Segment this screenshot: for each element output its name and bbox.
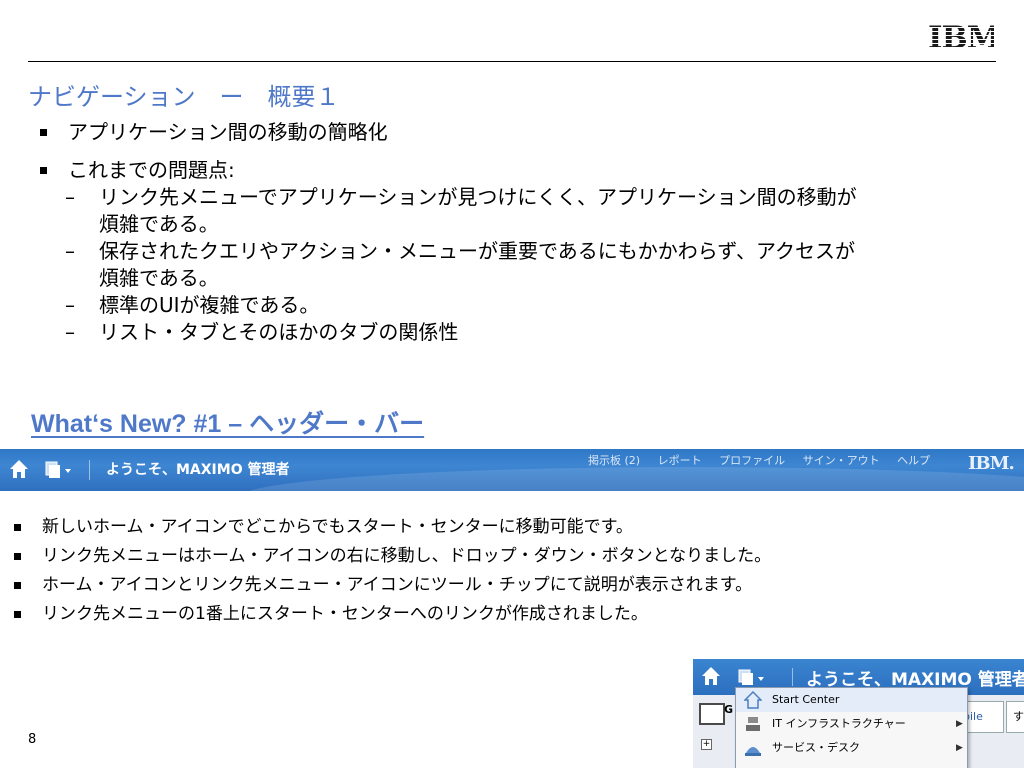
note-item: ホーム・アイコンとリンク先メニュー・アイコンにツール・チップにて説明が表示されま…: [14, 571, 994, 600]
note-text: ホーム・アイコンとリンク先メニュー・アイコンにツール・チップにて説明が表示されま…: [42, 575, 753, 595]
page-number: 8: [28, 732, 37, 747]
sub-bullet: – 保存されたクエリやアクション・メニューが重要であるにもかかわらず、アクセスが: [40, 238, 990, 265]
bullet-square-icon: [14, 582, 21, 589]
sub-bullet-text: リスト・タブとそのほかのタブの関係性: [99, 320, 459, 344]
header-separator: [89, 460, 90, 480]
header-links: 掲示板 (2) レポート プロファイル サイン・アウト ヘルプ: [588, 452, 944, 468]
menu-item-it-infrastructure[interactable]: IT インフラストラクチャー ▶: [736, 712, 967, 736]
menu-item-start-center[interactable]: Start Center: [736, 688, 967, 712]
background-label: G: [724, 703, 734, 716]
header-separator: [792, 668, 793, 686]
dash-icon: –: [65, 185, 75, 209]
dash-icon: –: [65, 293, 75, 317]
dash-icon: –: [65, 239, 75, 263]
bullet-square-icon: [40, 129, 47, 136]
note-text: リンク先メニューの1番上にスタート・センターへのリンクが作成されました。: [42, 604, 648, 624]
goto-menu-icon[interactable]: [737, 667, 767, 687]
window-icon: [699, 703, 725, 725]
sub-bullet-text: 標準のUIが複雑である。: [99, 293, 320, 317]
menu-item-label: IT インフラストラクチャー: [772, 717, 906, 730]
goto-menu-screenshot: ようこそ、MAXIMO 管理者 G + bile す Start Center …: [693, 659, 1024, 768]
sub-bullet-continuation: 煩雑である。: [40, 211, 990, 238]
sub-bullet-text: 煩雑である。: [99, 212, 219, 236]
slide-title: ナビゲーション ー 概要１: [28, 83, 340, 111]
bullet-square-icon: [14, 611, 21, 618]
home-icon[interactable]: [9, 458, 29, 480]
bullet-square-icon: [40, 167, 47, 174]
server-icon: [746, 717, 760, 731]
goto-menu-icon[interactable]: [44, 458, 74, 480]
sub-bullet-text: 煩雑である。: [99, 266, 219, 290]
welcome-text: ようこそ、MAXIMO 管理者: [106, 462, 290, 478]
note-item: リンク先メニューはホーム・アイコンの右に移動し、ドロップ・ダウン・ボタンとなりま…: [14, 542, 994, 571]
bulletin-board-link[interactable]: 掲示板 (2): [588, 454, 640, 467]
menu-item-label: サービス・デスク: [772, 741, 860, 754]
header-bar: ようこそ、MAXIMO 管理者 掲示板 (2) レポート プロファイル サイン・…: [0, 449, 1024, 491]
submenu-arrow-icon: ▶: [956, 719, 963, 729]
home-icon: [744, 691, 762, 709]
header-ibm-logo: IBM.: [968, 453, 1015, 474]
bullet-square-icon: [14, 553, 21, 560]
profile-link[interactable]: プロファイル: [719, 454, 785, 467]
home-icon[interactable]: [701, 665, 721, 687]
bullet-text: これまでの問題点:: [68, 158, 235, 182]
goto-dropdown: Start Center IT インフラストラクチャー ▶ サービス・デスク ▶: [735, 687, 968, 768]
sub-bullet-continuation: 煩雑である。: [40, 265, 990, 292]
sub-bullet: – リンク先メニューでアプリケーションが見つけにくく、アプリケーション間の移動が: [40, 184, 990, 211]
bullet-item: これまでの問題点:: [40, 156, 990, 184]
menu-item-label: Start Center: [772, 693, 840, 706]
sub-bullet: – 標準のUIが複雑である。: [40, 292, 990, 319]
help-link[interactable]: ヘルプ: [897, 454, 930, 467]
sub-bullet-text: 保存されたクエリやアクション・メニューが重要であるにもかかわらず、アクセスが: [99, 239, 855, 263]
note-item: リンク先メニューの1番上にスタート・センターへのリンクが作成されました。: [14, 600, 994, 629]
bullet-square-icon: [14, 524, 21, 531]
expand-icon[interactable]: +: [701, 739, 712, 750]
dash-icon: –: [65, 320, 75, 344]
note-text: 新しいホーム・アイコンでどこからでもスタート・センターに移動可能です。: [42, 517, 633, 537]
submenu-arrow-icon: ▶: [956, 743, 963, 753]
sub-bullet-text: リンク先メニューでアプリケーションが見つけにくく、アプリケーション間の移動が: [99, 185, 857, 209]
whats-new-heading[interactable]: What‘s New? #1 – ヘッダー・バー: [31, 404, 424, 440]
tab-partial-2[interactable]: す: [1006, 701, 1024, 733]
sign-out-link[interactable]: サイン・アウト: [803, 454, 880, 467]
bullet-list: アプリケーション間の移動の簡略化 これまでの問題点: – リンク先メニューでアプ…: [40, 118, 990, 346]
note-text: リンク先メニューはホーム・アイコンの右に移動し、ドロップ・ダウン・ボタンとなりま…: [42, 546, 772, 566]
bullet-text: アプリケーション間の移動の簡略化: [68, 120, 388, 144]
bullet-item: アプリケーション間の移動の簡略化: [40, 118, 990, 146]
ibm-logo: IBM: [928, 22, 994, 54]
title-rule: [28, 61, 996, 62]
service-desk-icon: [745, 747, 761, 756]
feature-notes: 新しいホーム・アイコンでどこからでもスタート・センターに移動可能です。 リンク先…: [14, 513, 994, 629]
reports-link[interactable]: レポート: [658, 454, 702, 467]
note-item: 新しいホーム・アイコンでどこからでもスタート・センターに移動可能です。: [14, 513, 994, 542]
sub-bullet: – リスト・タブとそのほかのタブの関係性: [40, 319, 990, 346]
menu-item-service-desk[interactable]: サービス・デスク ▶: [736, 736, 967, 760]
